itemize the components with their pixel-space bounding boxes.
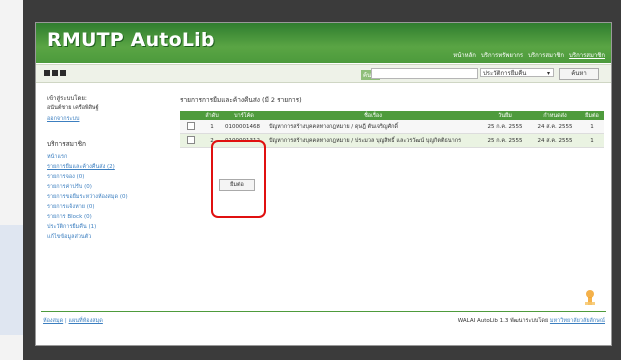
row-barcode: 0100001468 <box>222 120 266 134</box>
column-header-title: ชื่อเรื่อง <box>266 111 480 120</box>
nav-item-home[interactable]: หน้าหลัก <box>453 50 476 60</box>
footer-divider <box>41 311 606 312</box>
row-renew-count: 1 <box>580 133 604 148</box>
library-logo-icon <box>585 290 595 305</box>
column-header-loan-date: วันยืม <box>480 111 530 120</box>
column-header-due-date: กำหนดส่ง <box>530 111 580 120</box>
row-loan-date: 25 ก.ค. 2555 <box>480 120 530 134</box>
row-checkbox[interactable] <box>187 121 195 130</box>
search-bar: ค้นหา ประวัติการยืมคืน ▾ ค้นหา <box>36 64 611 83</box>
highlight-annotation <box>211 140 266 218</box>
square-icon <box>44 70 50 76</box>
search-input[interactable] <box>371 68 478 79</box>
sidebar-item-home[interactable]: หน้าแรก <box>47 152 167 162</box>
row-title[interactable]: ปัญหาการสร้างบุคคลทางกฎหมาย / ดุษฎี ตันเ… <box>266 120 480 134</box>
sidebar-item-loans[interactable]: รายการยืมและค้างคืนส่ง (2) <box>47 162 167 172</box>
login-label: เข้าสู่ระบบโดย: <box>47 95 87 102</box>
page: RMUTP AutoLib หน้าหลัก บริการทรัพยากร บร… <box>35 22 612 346</box>
nav-item-member-services[interactable]: บริการสมาชิก <box>569 50 605 60</box>
top-nav: หน้าหลัก บริการทรัพยากร บริการสมาชิก บริ… <box>453 50 605 60</box>
row-no: 1 <box>202 120 222 134</box>
search-scope-value: ประวัติการยืมคืน <box>483 70 527 77</box>
logout-link[interactable]: ออกจากระบบ <box>47 115 167 123</box>
sidebar-item-ill[interactable]: รายการขอยืมระหว่างห้องสมุด (0) <box>47 192 167 202</box>
app-logo[interactable]: RMUTP AutoLib <box>47 29 215 51</box>
footer-credit-link[interactable]: มหาวิทยาลัยวลัยลักษณ์ <box>550 318 605 324</box>
row-renew-count: 1 <box>580 120 604 134</box>
footer-links: ห้องสมุด | แผนที่ห้องสมุด <box>43 318 103 324</box>
column-header-no: ลำดับ <box>202 111 222 120</box>
row-loan-date: 25 ก.ค. 2555 <box>480 133 530 148</box>
sidebar-item-profile[interactable]: แก้ไขข้อมูลส่วนตัว <box>47 232 167 242</box>
footer-credit-text: WALAI AutoLib 1.3 พัฒนาระบบโดย <box>457 318 549 324</box>
sidebar-section-title: บริการสมาชิก <box>47 140 86 148</box>
nav-item-resources[interactable]: บริการทรัพยากร <box>481 50 523 60</box>
search-button[interactable]: ค้นหา <box>559 68 599 80</box>
sidebar-item-fines[interactable]: รายการค่าปรับ (0) <box>47 182 167 192</box>
row-due-date: 24 ส.ค. 2555 <box>530 133 580 148</box>
row-due-date: 24 ส.ค. 2555 <box>530 120 580 134</box>
row-checkbox[interactable] <box>187 135 195 144</box>
column-header-renew: ยืมต่อ <box>580 111 604 120</box>
square-icon <box>60 70 66 76</box>
left-edge-strip <box>0 0 23 360</box>
sidebar-menu: หน้าแรก รายการยืมและค้างคืนส่ง (2) รายกา… <box>47 152 167 242</box>
search-scope-select[interactable]: ประวัติการยืมคืน ▾ <box>480 68 554 77</box>
footer-link-map[interactable]: แผนที่ห้องสมุด <box>69 318 103 324</box>
sidebar-item-history[interactable]: ประวัติการยืมคืน (1) <box>47 222 167 232</box>
footer-link-library[interactable]: ห้องสมุด <box>43 318 63 324</box>
row-title[interactable]: ปัญหาการสร้างบุคคลทางกฎหมาย / ประมวล บุญ… <box>266 133 480 148</box>
sidebar-item-reservations[interactable]: รายการจอง (0) <box>47 172 167 182</box>
footer-credit: WALAI AutoLib 1.3 พัฒนาระบบโดย มหาวิทยาล… <box>458 317 605 325</box>
sidebar: เข้าสู่ระบบโดย: อนันต์ชาย เครือพิสิษฐ์ อ… <box>47 93 167 242</box>
table-header-row: ลำดับ บาร์โค้ด ชื่อเรื่อง วันยืม กำหนดส่… <box>180 111 604 120</box>
column-header-select <box>180 111 202 120</box>
main-content: รายการการยืมและค้างคืนส่ง (มี 2 รายการ) <box>180 95 302 105</box>
nav-item-services[interactable]: บริการสมาชิก <box>528 50 564 60</box>
sidebar-item-block[interactable]: รายการ Block (0) <box>47 212 167 222</box>
chevron-down-icon: ▾ <box>546 70 550 77</box>
user-name: อนันต์ชาย เครือพิสิษฐ์ <box>47 105 99 111</box>
header: RMUTP AutoLib หน้าหลัก บริการทรัพยากร บร… <box>36 23 611 63</box>
page-title: รายการการยืมและค้างคืนส่ง (มี 2 รายการ) <box>180 96 302 104</box>
table-row: 1 0100001468 ปัญหาการสร้างบุคคลทางกฎหมาย… <box>180 120 604 134</box>
sidebar-item-lost[interactable]: รายการแจ้งหาย (0) <box>47 202 167 212</box>
left-edge-accent <box>0 225 23 335</box>
square-icon <box>52 70 58 76</box>
column-header-barcode: บาร์โค้ด <box>222 111 266 120</box>
